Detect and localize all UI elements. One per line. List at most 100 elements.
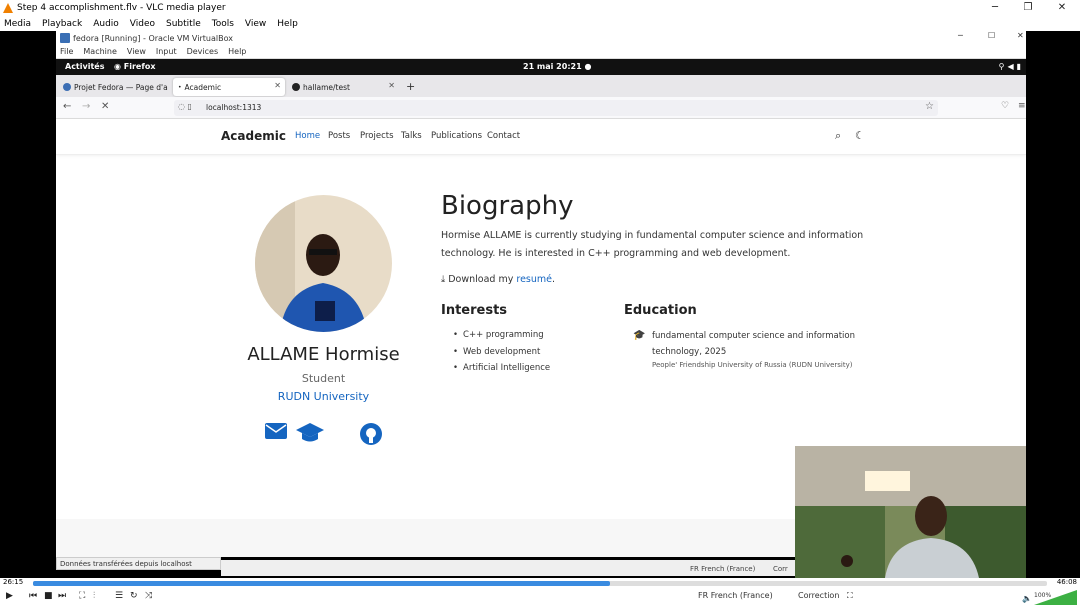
virtualbox-icon: [60, 33, 70, 43]
nav-projects[interactable]: Projects: [360, 131, 394, 141]
menu-audio[interactable]: Audio: [93, 19, 119, 29]
github-icon: [292, 83, 300, 91]
profile-role: Student: [301, 372, 346, 385]
tab-close-icon[interactable]: ✕: [388, 81, 395, 90]
fullscreen-icon[interactable]: ⛶: [79, 591, 85, 601]
tab-strip: Projet Fedora — Page d'a • Academic ✕ ha…: [56, 75, 1026, 97]
extended-settings-icon[interactable]: ⫶: [93, 591, 95, 601]
email-icon[interactable]: [265, 423, 287, 442]
seek-progress: [33, 581, 610, 586]
tab-label: Academic: [184, 82, 222, 92]
shield-icon: ◌ ▯: [178, 102, 192, 111]
tab-projet-fedora[interactable]: Projet Fedora — Page d'a: [58, 78, 171, 96]
pocket-icon[interactable]: ♡: [1001, 101, 1009, 111]
vbox-window-title: fedora [Running] - Oracle VM VirtualBox: [73, 33, 233, 43]
tab-label: Projet Fedora — Page d'a: [74, 82, 168, 92]
education-institution: People' Friendship University of Russia …: [652, 361, 853, 369]
back-icon[interactable]: ←: [63, 101, 71, 112]
moon-icon[interactable]: ☾: [855, 129, 865, 142]
menu-video[interactable]: Video: [130, 19, 155, 29]
restore-icon[interactable]: ❐: [1013, 0, 1043, 16]
list-item: C++ programming: [453, 330, 550, 347]
list-item: Artificial Intelligence: [453, 363, 550, 380]
elapsed-time: 26:15: [3, 578, 24, 586]
graduation-cap-icon[interactable]: [296, 423, 324, 446]
menu-help[interactable]: Help: [277, 19, 298, 29]
close-icon[interactable]: ✕: [1047, 0, 1077, 16]
nav-contact[interactable]: Contact: [487, 131, 520, 141]
seek-slider[interactable]: [33, 581, 1047, 586]
shuffle-icon[interactable]: ⤨: [145, 591, 152, 601]
next-icon[interactable]: ⏭: [58, 591, 66, 601]
vbox-menu-help[interactable]: Help: [228, 47, 246, 56]
nav-posts[interactable]: Posts: [328, 131, 350, 141]
language-indicator: FR French (France): [698, 591, 773, 600]
menu-playback[interactable]: Playback: [42, 19, 82, 29]
forward-icon[interactable]: →: [82, 101, 90, 112]
previous-icon[interactable]: ⏮: [29, 591, 37, 601]
vbox-menu-view[interactable]: View: [127, 47, 146, 56]
vbox-menu-file[interactable]: File: [60, 47, 73, 56]
search-icon[interactable]: ⌕: [835, 129, 841, 143]
site-brand[interactable]: Academic: [221, 129, 286, 143]
list-item: Web development: [453, 347, 550, 364]
nav-home[interactable]: Home: [295, 131, 320, 141]
vbox-menu-input[interactable]: Input: [156, 47, 177, 56]
vbox-restore-icon[interactable]: ☐: [988, 31, 995, 40]
speaker-icon[interactable]: 🔈: [1022, 594, 1032, 603]
menu-view[interactable]: View: [245, 19, 266, 29]
menu-subtitle[interactable]: Subtitle: [166, 19, 201, 29]
nav-talks[interactable]: Talks: [401, 131, 422, 141]
loop-icon[interactable]: ↻: [130, 591, 138, 601]
nav-publications[interactable]: Publications: [431, 131, 482, 141]
expand-icon[interactable]: ⛶: [847, 591, 853, 601]
avatar: [255, 195, 392, 332]
nav-toolbar: ← → ✕ ◌ ▯ localhost:1313 ☆ ♡ ≡: [56, 97, 1026, 119]
resume-link[interactable]: resumé: [516, 274, 552, 285]
vbox-menu-devices[interactable]: Devices: [187, 47, 219, 56]
download-prefix: Download my: [448, 274, 517, 285]
gnome-top-bar: Activités ◉ Firefox 21 mai 20:21 ● ⚲◀▮: [56, 59, 1026, 75]
education-course: fundamental computer science and informa…: [652, 331, 856, 357]
clock[interactable]: 21 mai 20:21 ●: [523, 62, 591, 71]
url-bar[interactable]: ◌ ▯ localhost:1313 ☆: [174, 100, 938, 116]
inner-language: FR French (France): [690, 565, 756, 573]
firefox-app-menu[interactable]: ◉ Firefox: [114, 62, 155, 71]
download-suffix: .: [552, 274, 556, 285]
inner-correction: Corr: [773, 565, 788, 573]
stop-icon[interactable]: ■: [44, 591, 53, 601]
system-tray-icon[interactable]: ⚲◀▮: [999, 62, 1024, 71]
bookmark-star-icon[interactable]: ☆: [925, 101, 934, 112]
biography-text: Hormise ALLAME is currently studying in …: [441, 230, 864, 259]
play-icon[interactable]: ▶: [6, 591, 13, 601]
minimize-icon[interactable]: ─: [980, 0, 1010, 16]
url-text: localhost:1313: [206, 103, 262, 112]
interests-list: C++ programming Web development Artifici…: [453, 330, 550, 380]
volume-level: 100%: [1034, 592, 1052, 599]
vbox-menu-machine[interactable]: Machine: [83, 47, 117, 56]
menu-media[interactable]: Media: [4, 19, 31, 29]
github-icon[interactable]: [360, 423, 382, 448]
profile-organization[interactable]: RUDN University: [206, 390, 441, 403]
tab-academic[interactable]: • Academic ✕: [173, 78, 285, 96]
playlist-icon[interactable]: ☰: [115, 591, 123, 601]
hamburger-menu-icon[interactable]: ≡: [1018, 101, 1026, 111]
vlc-controls: ▶ ⏮ ■ ⏭ ⛶ ⫶ ☰ ↻ ⤨ FR French (France) Cor…: [0, 588, 1080, 607]
activities-button[interactable]: Activités: [65, 62, 104, 71]
menu-tools[interactable]: Tools: [212, 19, 234, 29]
tab-github[interactable]: hallame/test ✕: [287, 78, 399, 96]
vlc-menubar: Media Playback Audio Video Subtitle Tool…: [0, 16, 1080, 31]
vbox-close-icon[interactable]: ✕: [1017, 31, 1024, 40]
stop-icon[interactable]: ✕: [101, 101, 109, 112]
vlc-cone-icon: [3, 3, 13, 13]
site-navbar: Academic Home Posts Projects Talks Publi…: [56, 119, 1026, 155]
interests-heading: Interests: [441, 303, 508, 318]
vbox-minimize-icon[interactable]: ─: [958, 31, 963, 40]
firefox-status-text: Données transférées depuis localhost: [56, 557, 221, 570]
biography-heading: Biography: [441, 191, 574, 221]
correction-indicator: Correction: [798, 591, 840, 600]
vlc-title-bar: Step 4 accomplishment.flv - VLC media pl…: [0, 0, 1080, 16]
new-tab-icon[interactable]: +: [406, 80, 415, 93]
seek-bar-area: 26:15 46:08: [0, 578, 1080, 588]
tab-close-icon[interactable]: ✕: [274, 81, 281, 90]
